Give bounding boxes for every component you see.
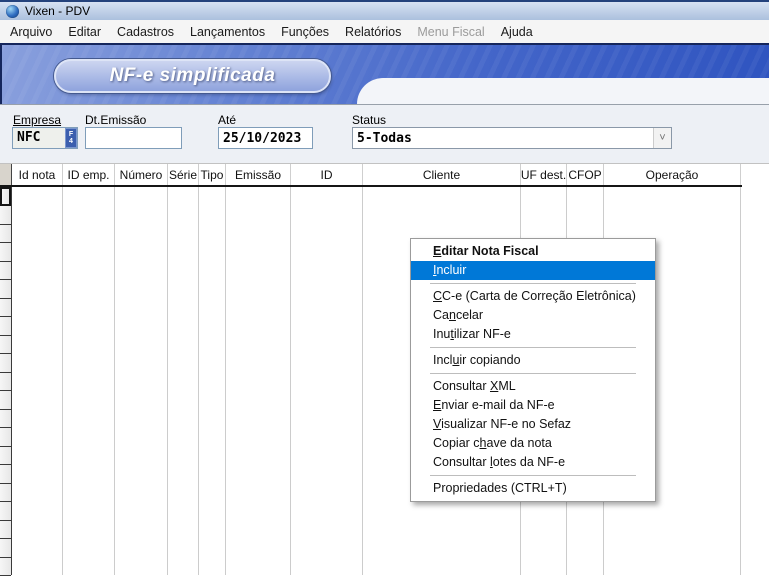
- dt-emissao-input[interactable]: [85, 127, 182, 149]
- chevron-down-icon[interactable]: ˅: [653, 128, 671, 148]
- context-menu-item-consultar-xml[interactable]: Consultar XML: [411, 377, 655, 396]
- column-header-id[interactable]: ID: [291, 164, 363, 185]
- context-menu-item-copiar-chave-da-nota[interactable]: Copiar chave da nota: [411, 434, 655, 453]
- row-selector-cell[interactable]: [0, 280, 11, 299]
- grid-vline-0: [62, 187, 63, 575]
- grid-selector-column: [0, 187, 12, 575]
- grid-vline-5: [290, 187, 291, 575]
- row-selector-cell[interactable]: [0, 336, 11, 355]
- row-selector-cell[interactable]: [0, 299, 11, 318]
- context-menu: Editar Nota FiscalIncluir CC-e (Carta de …: [410, 238, 656, 502]
- grid-vline-4: [225, 187, 226, 575]
- context-menu-item-consultar-lotes-da-nf-e[interactable]: Consultar lotes da NF-e: [411, 453, 655, 472]
- row-selector-cell[interactable]: [0, 354, 11, 373]
- page-title: NF-e simplificada: [110, 65, 276, 87]
- page-title-pill: NF-e simplificada: [54, 59, 331, 93]
- row-selector-cell[interactable]: [0, 391, 11, 410]
- row-selector-cell[interactable]: [0, 206, 11, 225]
- row-selector-cell[interactable]: [0, 539, 11, 558]
- grid-vline-2: [167, 187, 168, 575]
- banner: NF-e simplificada: [0, 43, 769, 104]
- ate-input[interactable]: [218, 127, 313, 149]
- menubar-item-arquivo[interactable]: Arquivo: [2, 22, 60, 42]
- filter-bar: Empresa NFC F4 Dt.Emissão Até Status 5-T…: [0, 104, 769, 164]
- context-menu-item-editar-nota-fiscal[interactable]: Editar Nota Fiscal: [411, 242, 655, 261]
- row-selector-cell[interactable]: [0, 521, 11, 540]
- menu-separator: [430, 283, 636, 284]
- row-selector-cell[interactable]: [0, 410, 11, 429]
- context-menu-item-incluir[interactable]: Incluir: [411, 261, 655, 280]
- menubar-item-menu-fiscal: Menu Fiscal: [409, 22, 492, 42]
- window-title: Vixen - PDV: [25, 4, 90, 18]
- status-value: 5-Todas: [353, 131, 653, 146]
- menu-separator: [430, 347, 636, 348]
- context-menu-item-enviar-e-mail-da-nf-e[interactable]: Enviar e-mail da NF-e: [411, 396, 655, 415]
- menubar-item-relatorios[interactable]: Relatórios: [337, 22, 409, 42]
- menubar: ArquivoEditarCadastrosLançamentosFunções…: [0, 20, 769, 43]
- column-header-id-nota[interactable]: Id nota: [12, 164, 63, 185]
- context-menu-item-propriedades-ctrl-t[interactable]: Propriedades (CTRL+T): [411, 479, 655, 498]
- app-icon: [6, 5, 19, 18]
- row-selector-cell[interactable]: [0, 428, 11, 447]
- grid-vline-10: [740, 187, 741, 575]
- menubar-item-ajuda[interactable]: Ajuda: [493, 22, 541, 42]
- menubar-item-funcoes[interactable]: Funções: [273, 22, 337, 42]
- row-selector-cell[interactable]: [0, 187, 11, 206]
- menubar-item-editar[interactable]: Editar: [60, 22, 109, 42]
- status-label: Status: [352, 113, 386, 127]
- row-selector-cell[interactable]: [0, 502, 11, 521]
- context-menu-item-inutilizar-nf-e[interactable]: Inutilizar NF-e: [411, 325, 655, 344]
- app-window: Vixen - PDV ArquivoEditarCadastrosLançam…: [0, 0, 769, 577]
- row-selector-cell[interactable]: [0, 465, 11, 484]
- banner-swoosh: [357, 78, 769, 104]
- grid-selector-header: [0, 164, 12, 185]
- context-menu-item-incluir-copiando[interactable]: Incluir copiando: [411, 351, 655, 370]
- row-selector-cell[interactable]: [0, 225, 11, 244]
- context-menu-item-cancelar[interactable]: Cancelar: [411, 306, 655, 325]
- column-header-cfop[interactable]: CFOP: [567, 164, 604, 185]
- empresa-value: NFC: [13, 128, 65, 148]
- status-select[interactable]: 5-Todas ˅: [352, 127, 672, 149]
- banner-left-edge: [0, 45, 2, 104]
- grid-vline-3: [198, 187, 199, 575]
- dt-emissao-label: Dt.Emissão: [85, 113, 146, 127]
- row-selector-cell[interactable]: [0, 373, 11, 392]
- row-selector-cell[interactable]: [0, 558, 11, 577]
- column-header-emissao[interactable]: Emissão: [226, 164, 291, 185]
- row-selector-cell[interactable]: [0, 447, 11, 466]
- row-selector-cell[interactable]: [0, 243, 11, 262]
- empresa-label: Empresa: [13, 113, 61, 127]
- grid-header-row: Id notaID emp.NúmeroSérieTipoEmissãoIDCl…: [0, 164, 742, 187]
- context-menu-item-cc-e-carta-de-correcao-eletronica[interactable]: CC-e (Carta de Correção Eletrônica): [411, 287, 655, 306]
- ate-label: Até: [218, 113, 236, 127]
- menu-separator: [430, 373, 636, 374]
- menubar-item-lancamentos[interactable]: Lançamentos: [182, 22, 273, 42]
- column-header-operacao[interactable]: Operação: [604, 164, 741, 185]
- column-header-cliente[interactable]: Cliente: [363, 164, 521, 185]
- column-header-uf-dest[interactable]: UF dest.: [521, 164, 567, 185]
- row-selector-cell[interactable]: [0, 484, 11, 503]
- column-header-id-emp[interactable]: ID emp.: [63, 164, 115, 185]
- grid-vline-1: [114, 187, 115, 575]
- column-header-serie[interactable]: Série: [168, 164, 199, 185]
- column-header-tipo[interactable]: Tipo: [199, 164, 226, 185]
- menu-separator: [430, 475, 636, 476]
- row-selector-cell[interactable]: [0, 317, 11, 336]
- grid-vline-6: [362, 187, 363, 575]
- empresa-f4-button[interactable]: F4: [65, 128, 77, 148]
- context-menu-item-visualizar-nf-e-no-sefaz[interactable]: Visualizar NF-e no Sefaz: [411, 415, 655, 434]
- titlebar: Vixen - PDV: [0, 0, 769, 20]
- menubar-item-cadastros[interactable]: Cadastros: [109, 22, 182, 42]
- row-selector-cell[interactable]: [0, 262, 11, 281]
- column-header-numero[interactable]: Número: [115, 164, 168, 185]
- empresa-field[interactable]: NFC F4: [12, 127, 78, 149]
